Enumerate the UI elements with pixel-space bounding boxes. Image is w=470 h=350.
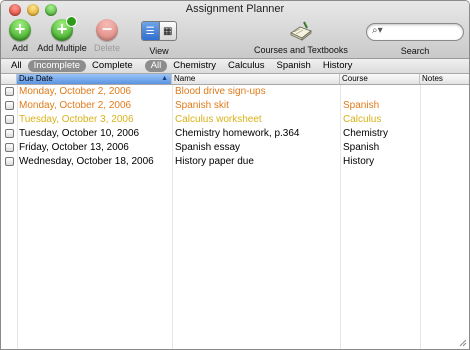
- due-date-cell: Monday, October 2, 2006: [19, 86, 132, 97]
- add-multiple-label: Add Multiple: [37, 43, 87, 53]
- table-row[interactable]: Wednesday, October 18, 2006 History paper…: [1, 155, 469, 169]
- complete-checkbox[interactable]: [5, 87, 14, 96]
- filter-bar: All Incomplete Complete All Chemistry Ca…: [1, 59, 469, 74]
- search-input[interactable]: [389, 25, 457, 37]
- resize-grip-icon[interactable]: [457, 337, 467, 347]
- window-title: Assignment Planner: [185, 3, 285, 15]
- view-label: View: [149, 46, 169, 56]
- filter-status-all[interactable]: All: [5, 60, 28, 72]
- table-header: Due Date ▲ Name Course Notes: [1, 74, 469, 85]
- due-date-cell: Tuesday, October 3, 2006: [19, 114, 134, 125]
- add-label: Add: [11, 43, 28, 53]
- add-multiple-button[interactable]: + Add Multiple: [34, 16, 90, 53]
- name-cell: Spanish skit: [175, 100, 229, 111]
- name-cell: Calculus worksheet: [175, 114, 262, 125]
- name-cell: Chemistry homework, p.364: [175, 128, 300, 139]
- column-header-due-date[interactable]: Due Date ▲: [17, 74, 172, 84]
- app-window: Assignment Planner + Add + Add Multiple …: [0, 0, 470, 350]
- filter-course-history[interactable]: History: [317, 60, 359, 72]
- name-cell: History paper due: [175, 156, 254, 167]
- search-label: Search: [400, 46, 430, 56]
- table-row[interactable]: Monday, October 2, 2006 Spanish skit Spani…: [1, 99, 469, 113]
- sort-ascending-icon: ▲: [161, 75, 168, 82]
- column-header-name-label: Name: [174, 74, 196, 83]
- table-row[interactable]: Tuesday, October 3, 2006 Calculus workshe…: [1, 113, 469, 127]
- course-cell: Chemistry: [343, 128, 389, 139]
- course-cell: History: [343, 156, 375, 167]
- courses-label: Courses and Textbooks: [254, 45, 348, 55]
- view-control: ☰ ▦ View: [140, 19, 178, 56]
- column-header-notes-label: Notes: [422, 74, 443, 83]
- table-row[interactable]: Friday, October 13, 2006 Spanish essay Spa…: [1, 141, 469, 155]
- course-cell: Spanish: [343, 142, 380, 153]
- toolbar: Assignment Planner + Add + Add Multiple …: [1, 1, 469, 59]
- course-cell: Calculus: [343, 114, 382, 125]
- magnifier-icon[interactable]: ⌕▾: [372, 25, 383, 36]
- due-date-cell: Friday, October 13, 2006: [19, 142, 129, 153]
- due-date-cell: Tuesday, October 10, 2006: [19, 128, 140, 139]
- due-date-cell: Monday, October 2, 2006: [19, 100, 132, 111]
- column-header-course-label: Course: [342, 74, 368, 83]
- column-header-check[interactable]: [1, 74, 17, 84]
- column-header-course[interactable]: Course: [340, 74, 420, 84]
- filter-course-calculus[interactable]: Calculus: [222, 60, 270, 72]
- delete-label: Delete: [93, 43, 120, 53]
- add-button[interactable]: + Add: [7, 19, 33, 53]
- search-control: ⌕▾ Search: [365, 19, 465, 56]
- plus-circle-icon: +: [9, 19, 31, 41]
- due-date-cell: Wednesday, October 18, 2006: [19, 156, 154, 167]
- search-field: ⌕▾: [366, 23, 464, 41]
- column-header-notes[interactable]: Notes: [420, 74, 469, 84]
- name-cell: Blood drive sign-ups: [175, 86, 266, 97]
- name-cell: Spanish essay: [175, 142, 241, 153]
- table-row[interactable]: Monday, October 2, 2006 Blood drive sign-…: [1, 85, 469, 99]
- book-icon: [290, 21, 312, 41]
- course-cell: Spanish: [343, 100, 380, 111]
- complete-checkbox[interactable]: [5, 101, 14, 110]
- filter-course-chemistry[interactable]: Chemistry: [167, 60, 222, 72]
- column-header-name[interactable]: Name: [172, 74, 340, 84]
- filter-course-all[interactable]: All: [144, 60, 168, 72]
- complete-checkbox[interactable]: [5, 129, 14, 138]
- assignment-list: Monday, October 2, 2006 Blood drive sign-…: [1, 85, 469, 169]
- table-row[interactable]: Tuesday, October 10, 2006 Chemistry homew…: [1, 127, 469, 141]
- plus-multiple-icon: +: [51, 16, 77, 41]
- view-toggle: ☰ ▦: [141, 21, 177, 41]
- complete-checkbox[interactable]: [5, 115, 14, 124]
- complete-checkbox[interactable]: [5, 143, 14, 152]
- delete-button[interactable]: − Delete: [92, 19, 122, 53]
- grid-view-icon[interactable]: ▦: [160, 22, 177, 40]
- column-header-due-date-label: Due Date: [19, 74, 53, 83]
- filter-status-incomplete[interactable]: Incomplete: [27, 60, 87, 72]
- filter-course-spanish[interactable]: Spanish: [270, 60, 316, 72]
- list-view-icon[interactable]: ☰: [142, 22, 159, 40]
- minus-circle-icon: −: [96, 19, 118, 41]
- courses-textbooks-button[interactable]: Courses and Textbooks: [251, 19, 351, 55]
- filter-status-complete[interactable]: Complete: [86, 60, 139, 72]
- complete-checkbox[interactable]: [5, 157, 14, 166]
